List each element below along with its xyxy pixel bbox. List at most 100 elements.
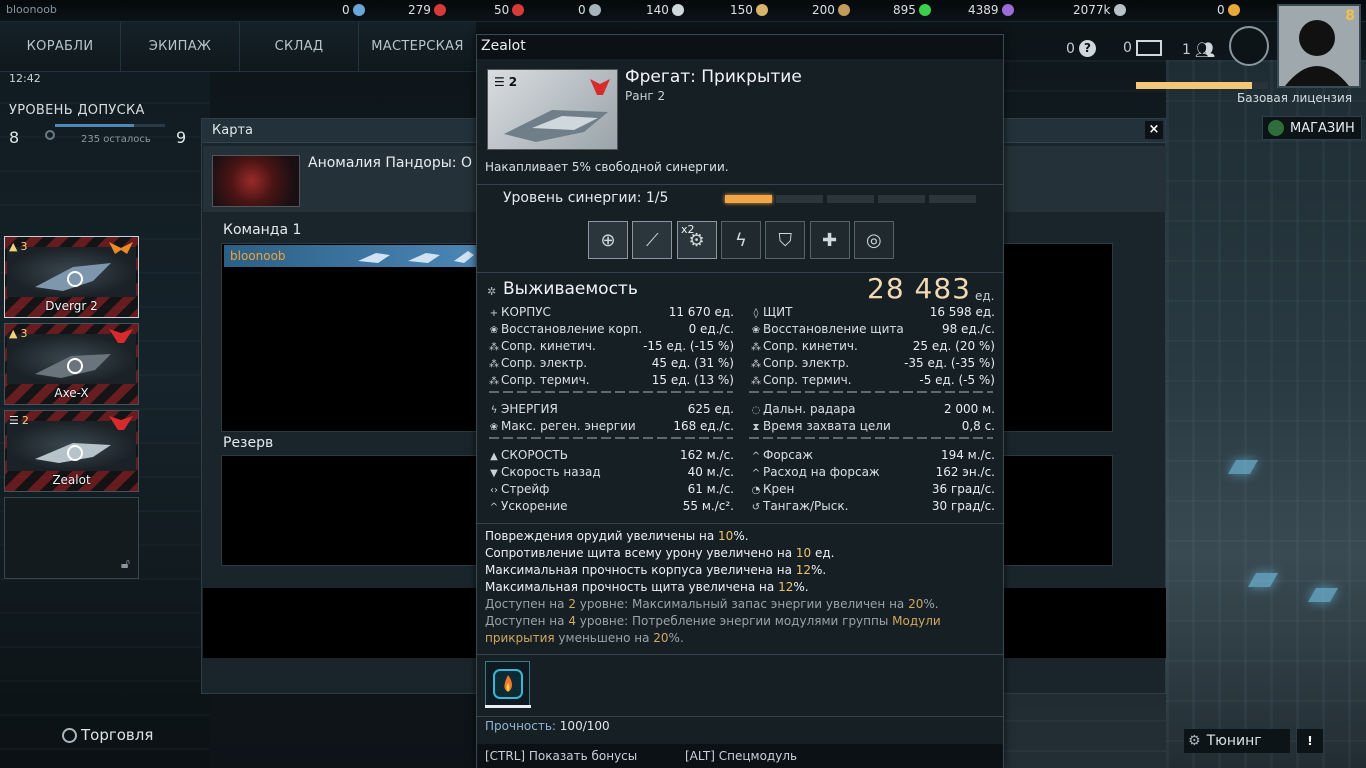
stat-divider bbox=[489, 437, 733, 439]
synergy-segment bbox=[929, 195, 976, 203]
clearance-remaining: 235 осталось bbox=[81, 134, 151, 145]
stat-value: 61 м./с. bbox=[687, 482, 734, 496]
survivability-unit: ед. bbox=[975, 289, 995, 303]
stat-value: 162 эн./с. bbox=[935, 465, 995, 479]
resource-value: 279 bbox=[408, 3, 431, 17]
tab-workshop[interactable]: МАСТЕРСКАЯ bbox=[359, 22, 476, 72]
player-ships-icon bbox=[358, 251, 474, 263]
ship-name: Dvergr 2 bbox=[45, 299, 98, 313]
stat-icon: ⁂ bbox=[489, 359, 499, 370]
warning-icon[interactable]: ! bbox=[1297, 729, 1323, 753]
player-row[interactable]: bloonoob bbox=[224, 245, 476, 267]
eagle-icon bbox=[837, 4, 850, 16]
stat-icon: ↺ bbox=[751, 502, 761, 513]
mail-icon bbox=[1135, 40, 1162, 56]
stat-value: 0 ед./с. bbox=[688, 322, 734, 336]
mail-counter[interactable]: 0 bbox=[1123, 40, 1162, 56]
ship-slot-locked[interactable]: 🔓︎ bbox=[4, 497, 139, 579]
tooltip-footer: [CTRL] Показать бонусы [ALT] Спецмодуль bbox=[477, 744, 1003, 768]
stat-value: 55 м./с². bbox=[682, 499, 734, 513]
help-count: 0 bbox=[1066, 40, 1075, 57]
ship-slot-dvergr[interactable]: ▲ 3 Dvergr 2 bbox=[4, 236, 139, 318]
corporation-emblem-icon[interactable] bbox=[1229, 26, 1269, 66]
ship-rank-badge: 2 bbox=[508, 75, 518, 89]
bonus-line: Максимальная прочность щита увеличена на… bbox=[485, 579, 809, 596]
bonus-line: Сопротивление щита всему урону увеличено… bbox=[485, 545, 835, 562]
special-module-slot[interactable] bbox=[485, 661, 530, 706]
durability-label: Прочность: bbox=[485, 719, 556, 733]
stat-name: Ускорение bbox=[501, 499, 568, 513]
player-level: 8 bbox=[1345, 8, 1355, 24]
trade-label: Торговля bbox=[81, 726, 154, 744]
module-slot[interactable]: ◎ bbox=[853, 221, 894, 259]
stat-icon: ❀ bbox=[489, 422, 499, 433]
reserve-label: Резерв bbox=[223, 435, 274, 451]
help-counter[interactable]: 0 ? bbox=[1066, 40, 1096, 57]
stat-label: ⧗ Время захвата цели bbox=[749, 418, 890, 434]
stat-label: ^ Расход на форсаж bbox=[749, 464, 880, 480]
tab-crew[interactable]: ЭКИПАЖ bbox=[121, 22, 240, 72]
tuning-button[interactable]: ⚙ Тюнинг bbox=[1184, 729, 1290, 753]
missile-rack-icon: ⟋ bbox=[645, 229, 659, 251]
stat-value: -5 ед. (-5 %) bbox=[919, 373, 995, 387]
mail-count: 0 bbox=[1123, 40, 1132, 56]
tab-storage[interactable]: СКЛАД bbox=[240, 22, 359, 72]
player-avatar[interactable]: 8 bbox=[1277, 4, 1361, 88]
bonus-text: Максимальная прочность корпуса увеличена… bbox=[485, 563, 796, 577]
resource-red-dice: 50 bbox=[494, 3, 525, 17]
ship-slot-axe-x[interactable]: ▲ 3 Axe-X bbox=[4, 323, 139, 405]
stat-value: 625 ед. bbox=[687, 402, 734, 416]
resource-moon: 140 bbox=[646, 3, 684, 17]
hangar-background-right bbox=[1166, 60, 1366, 768]
bonus-text: Максимальная прочность щита увеличена на bbox=[485, 580, 779, 594]
ship-name: Axe-X bbox=[54, 386, 89, 400]
radar-icon: ◎ bbox=[865, 229, 882, 251]
module-slot[interactable]: ⊕ bbox=[588, 221, 628, 259]
ship-dvergr-icon bbox=[35, 263, 111, 291]
resource-value: 895 bbox=[893, 3, 916, 17]
survivability-icon: ✲ bbox=[487, 285, 497, 298]
module-slot[interactable]: ϟ bbox=[720, 221, 761, 259]
resource-wings: 150 bbox=[730, 3, 768, 17]
bonus-text: Доступен на bbox=[485, 597, 569, 611]
bonus-text: %. bbox=[668, 631, 684, 645]
bonus-value: 12 bbox=[778, 580, 794, 594]
credits-icon bbox=[1113, 4, 1126, 16]
tab-ships[interactable]: КОРАБЛИ bbox=[0, 22, 121, 72]
trade-icon bbox=[62, 727, 77, 743]
clearance-icon bbox=[45, 130, 55, 140]
bonus-line: Максимальная прочность корпуса увеличена… bbox=[485, 562, 826, 579]
team-label: Команда 1 bbox=[223, 222, 302, 238]
stat-name: Скорость назад bbox=[501, 465, 601, 479]
lock-icon: 🔓︎ bbox=[120, 556, 130, 572]
trade-button[interactable]: Торговля bbox=[62, 726, 153, 744]
stat-icon: ‹› bbox=[490, 485, 498, 496]
shop-button[interactable]: МАГАЗИН bbox=[1262, 116, 1362, 140]
stat-label: ❀ Восстановление щита bbox=[749, 321, 904, 337]
medkit-icon: ✚ bbox=[821, 229, 838, 251]
stat-divider bbox=[749, 391, 993, 393]
stat-value: -35 ед. (-35 %) bbox=[904, 356, 995, 370]
stat-icon: ^ bbox=[751, 468, 761, 479]
bonus-value: 20 bbox=[653, 631, 669, 645]
stat-icon: + bbox=[489, 308, 499, 319]
map-thumbnail bbox=[212, 155, 300, 207]
ship-passive-text: Накапливает 5% свободной синергии. bbox=[485, 160, 729, 174]
module-slot[interactable]: ⟋ bbox=[632, 221, 673, 259]
moon-icon bbox=[671, 4, 684, 16]
stat-name: Сопр. электр. bbox=[763, 356, 850, 370]
rank-triangle-icon: ▲ bbox=[9, 327, 18, 340]
ship-slot-zealot[interactable]: ☰ 2 Zealot bbox=[4, 410, 139, 492]
resource-gold-coin: 0 bbox=[1217, 3, 1240, 17]
module-slot[interactable]: ⛉ bbox=[765, 221, 806, 259]
synergy-label: Уровень синергии: 1/5 bbox=[503, 190, 669, 206]
stat-name: Расход на форсаж bbox=[763, 465, 880, 479]
close-icon[interactable]: × bbox=[1145, 121, 1163, 139]
friends-counter[interactable]: 1 👥︎ bbox=[1182, 40, 1215, 59]
ship-rank: 2 bbox=[21, 414, 29, 427]
resource-gear-cog: 0 bbox=[342, 3, 365, 17]
stat-name: Сопр. термич. bbox=[501, 373, 590, 387]
bonus-text: %. bbox=[811, 563, 827, 577]
bonus-text: Доступен на bbox=[485, 614, 569, 628]
module-slot[interactable]: ✚ bbox=[809, 221, 850, 259]
